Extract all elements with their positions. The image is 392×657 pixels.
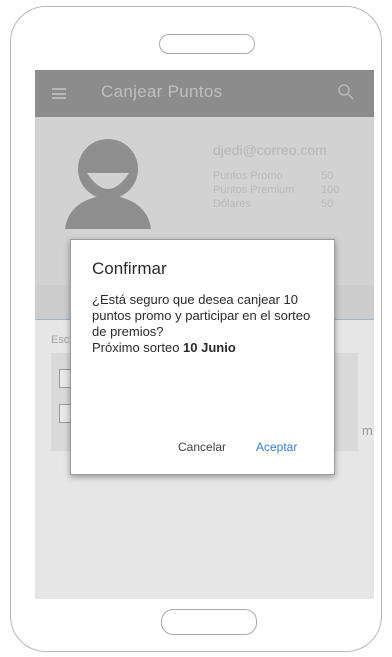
stat-value-premium: 100 [321,184,340,196]
cancel-button[interactable]: Cancelar [178,440,226,454]
stat-label-premium: Puntos Premium [213,184,295,196]
home-button[interactable] [161,609,257,635]
stat-value-promo: 50 [321,170,334,182]
next-draw-prefix: Próximo sorteo [92,340,184,355]
accept-button[interactable]: Aceptar [256,440,297,454]
stat-value-dollars: 50 [321,198,334,210]
confirm-dialog: Confirmar ¿Está seguro que desea canjear… [70,239,335,475]
dialog-title: Confirmar [92,259,167,278]
avatar-icon [65,139,151,229]
menu-icon[interactable] [52,88,66,99]
app-title: Canjear Puntos [101,82,223,101]
app-bar: Canjear Puntos [35,70,374,117]
dialog-message: ¿Está seguro que desea canjear 10 puntos… [92,292,324,356]
stat-label-dollars: Dólares [213,198,251,210]
search-icon[interactable] [337,83,355,101]
user-email: djedi@correo.com [213,142,327,158]
stat-label-promo: Puntos Promo [213,170,283,182]
dialog-question: ¿Está seguro que desea canjear 10 puntos… [92,292,311,339]
phone-speaker [159,34,255,54]
next-draw-date: 10 Junio [183,340,236,355]
option-trailing-text: m [362,423,373,438]
section-label: Esc [51,334,70,346]
